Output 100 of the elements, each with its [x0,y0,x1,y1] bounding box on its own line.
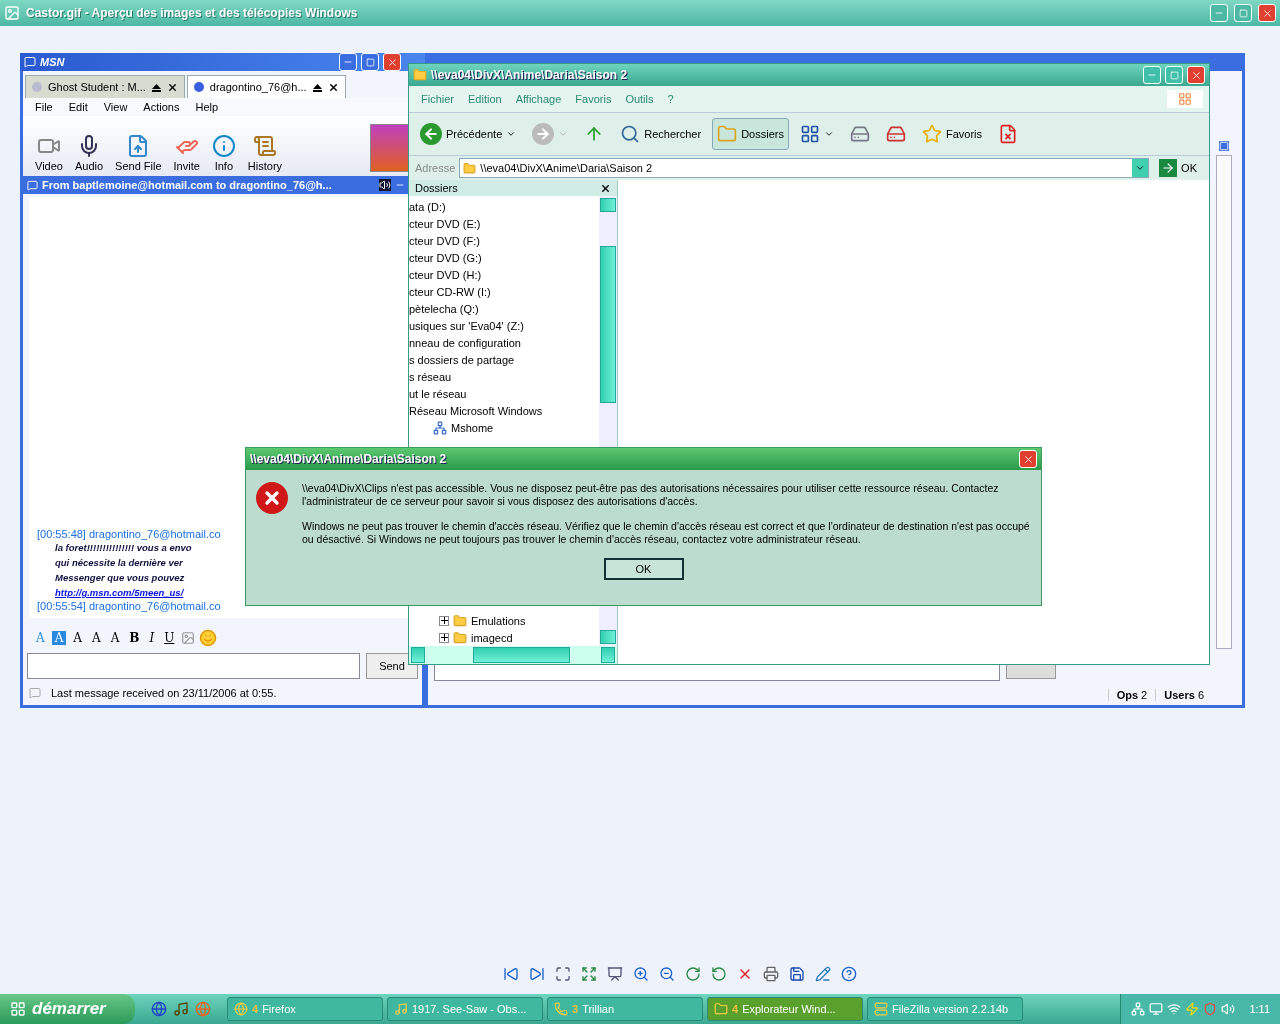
help-icon[interactable] [839,964,859,984]
toolbar-button[interactable]: Invite [167,134,206,172]
message-input[interactable] [27,653,360,679]
conversation-title: From baptlemoine@hotmail.com to dragontino_76@h... [42,179,332,191]
toolbar-button[interactable]: History [241,134,289,172]
toolbar-button[interactable]: Audio [68,134,110,172]
send-button[interactable]: Send [366,653,418,679]
menu-item[interactable]: ? [661,93,680,105]
maximize-icon [1238,8,1248,18]
menu-item[interactable]: Favoris [569,93,618,105]
menu-item[interactable]: Help [189,101,225,113]
menu-item[interactable]: Fichier [415,93,460,105]
menu-item[interactable]: File [29,101,59,113]
tree-item[interactable]: cteur DVD (E:) [409,215,599,232]
music-icon[interactable] [173,1001,189,1017]
fit-icon[interactable] [553,964,573,984]
toolbar-button[interactable]: Dossiers [712,118,789,150]
caret-icon [1135,163,1146,173]
menu-item[interactable]: Actions [137,101,186,113]
eject-icon [312,82,322,92]
menu-item[interactable]: Outils [619,93,660,105]
menu-item[interactable]: Edition [462,93,508,105]
tree-item[interactable]: cteur DVD (F:) [409,232,599,249]
windows-logo-icon [1178,92,1192,106]
toolbar-button[interactable]: Video [29,134,69,172]
close-button[interactable] [383,53,401,71]
address-field[interactable]: \\eva04\DivX\Anime\Daria\Saison 2 [459,158,1150,178]
maximize-button[interactable] [1165,66,1183,84]
maximize-icon[interactable] [1219,141,1229,151]
speaker-icon[interactable] [379,179,391,191]
format-button[interactable]: B [126,631,143,645]
maximize-button[interactable] [1234,4,1252,22]
expander-icon[interactable] [439,632,449,643]
menu-item[interactable]: Edit [62,101,94,113]
close-button[interactable] [1187,66,1205,84]
conversation-tab[interactable]: Ghost Student : M... [25,75,185,98]
slideshow-icon[interactable] [605,964,625,984]
menu-item[interactable]: View [97,101,134,113]
format-button[interactable]: A [89,631,104,645]
tree-item[interactable]: cteur DVD (H:) [409,266,599,283]
menu-item[interactable]: Affichage [509,93,568,105]
minimize-button[interactable] [1210,4,1228,22]
status-cell: Users 6 [1155,689,1212,701]
rotate-left-icon[interactable] [709,964,729,984]
tree-item[interactable]: Emulations [409,612,599,629]
close-button[interactable] [1258,4,1276,22]
monitor-icon[interactable] [1149,1002,1164,1016]
eject-icon [151,82,161,92]
tree-item[interactable]: s dossiers de partage [409,351,599,368]
format-button[interactable]: U [161,631,178,645]
toolbar-button[interactable]: Précédente [415,118,522,150]
tree-item[interactable]: imagecd [409,629,599,646]
close-button[interactable] [1019,450,1037,468]
smiley-icon[interactable] [199,629,218,647]
message-text: Messenger que vous pouvez [55,571,185,585]
minimize-button[interactable] [1143,66,1161,84]
tree-item[interactable]: cteur DVD (G:) [409,249,599,266]
tree-item[interactable]: ut le réseau [409,385,599,402]
tree-item[interactable]: Mshome [409,419,599,436]
scroll-icon [252,134,277,158]
delete-document-icon [998,124,1018,144]
print-icon[interactable] [761,964,781,984]
format-button[interactable]: A [107,631,123,645]
chat-icon [27,179,38,191]
close-icon[interactable] [327,81,339,93]
format-button[interactable]: A [51,631,67,645]
tree-item[interactable]: cteur CD-RW (I:) [409,283,599,300]
search-icon [620,124,641,144]
folder-icon [453,613,467,628]
expander-icon[interactable] [439,615,449,626]
tree-item[interactable]: nneau de configuration [409,334,599,351]
toolbar-button[interactable]: Rechercher [615,118,707,150]
rotate-right-icon[interactable] [683,964,703,984]
edit-icon[interactable] [813,964,833,984]
conversation-tab[interactable]: dragontino_76@h... [186,75,346,98]
wifi-icon[interactable] [1167,1002,1182,1016]
go-button[interactable]: OK [1153,158,1203,178]
toolbar-button[interactable]: Favoris [916,118,987,150]
save-icon[interactable] [787,964,807,984]
minimize-button[interactable] [339,53,357,71]
tree-item[interactable]: usiques sur 'Eva04' (Z:) [409,317,599,334]
folder-icon [717,124,738,144]
close-icon[interactable] [166,81,178,93]
tree-item[interactable]: ata (D:) [409,198,599,215]
tree-item[interactable]: pètelecha (Q:) [409,300,599,317]
format-button[interactable]: I [146,631,158,645]
message-link[interactable]: http://g.msn.com/5meen_us/ [55,585,184,600]
status-dot-icon [32,82,42,92]
format-button[interactable]: A [70,631,85,645]
browser-icon[interactable] [151,1001,167,1017]
toolbar-button[interactable]: Info [205,134,242,172]
network-icon[interactable] [1131,1002,1146,1016]
maximize-button[interactable] [361,53,379,71]
toolbar-button[interactable]: Send File [109,134,168,172]
tree-item[interactable]: s réseau [409,368,599,385]
ok-button[interactable]: OK [603,558,684,580]
actual-size-icon[interactable] [579,964,599,984]
tree-item[interactable]: Réseau Microsoft Windows [409,402,599,419]
image-icon[interactable] [181,631,196,645]
close-icon[interactable] [600,182,611,194]
